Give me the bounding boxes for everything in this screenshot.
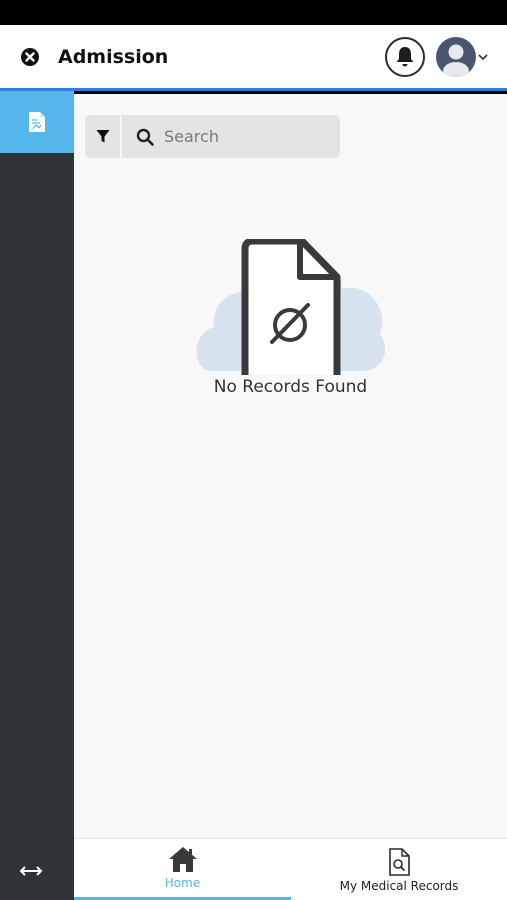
filter-button[interactable] xyxy=(85,115,120,158)
search-icon xyxy=(136,128,154,146)
search-field[interactable] xyxy=(122,115,340,158)
search-input[interactable] xyxy=(164,127,324,146)
page-title: Admission xyxy=(58,45,169,68)
notifications-button[interactable] xyxy=(385,36,425,77)
empty-state-message: No Records Found xyxy=(213,377,368,397)
nav-item-label: My Medical Records xyxy=(339,879,459,893)
avatar xyxy=(436,36,476,77)
bottom-navigation: Home My Medical Records xyxy=(74,838,507,900)
sidebar-item-documents[interactable] xyxy=(0,91,74,153)
main-content: No Records Found xyxy=(74,94,507,838)
filter-icon xyxy=(96,130,109,143)
empty-document-cloud-icon xyxy=(196,239,386,375)
nav-item-home[interactable]: Home xyxy=(74,839,291,900)
status-bar xyxy=(0,0,507,25)
document-search-icon xyxy=(389,848,410,876)
app-header: Admission xyxy=(0,25,507,91)
sidebar xyxy=(0,91,74,900)
pdf-document-icon xyxy=(29,112,45,132)
user-avatar-icon xyxy=(443,44,469,77)
nav-item-label: Home xyxy=(164,876,201,890)
home-icon xyxy=(168,847,197,872)
close-icon[interactable] xyxy=(20,47,40,67)
nav-item-my-medical-records[interactable]: My Medical Records xyxy=(291,839,507,900)
user-menu[interactable] xyxy=(436,36,488,77)
chevron-down-icon xyxy=(478,53,488,60)
bell-icon xyxy=(396,46,414,66)
horizontal-arrows-icon[interactable] xyxy=(18,864,44,878)
